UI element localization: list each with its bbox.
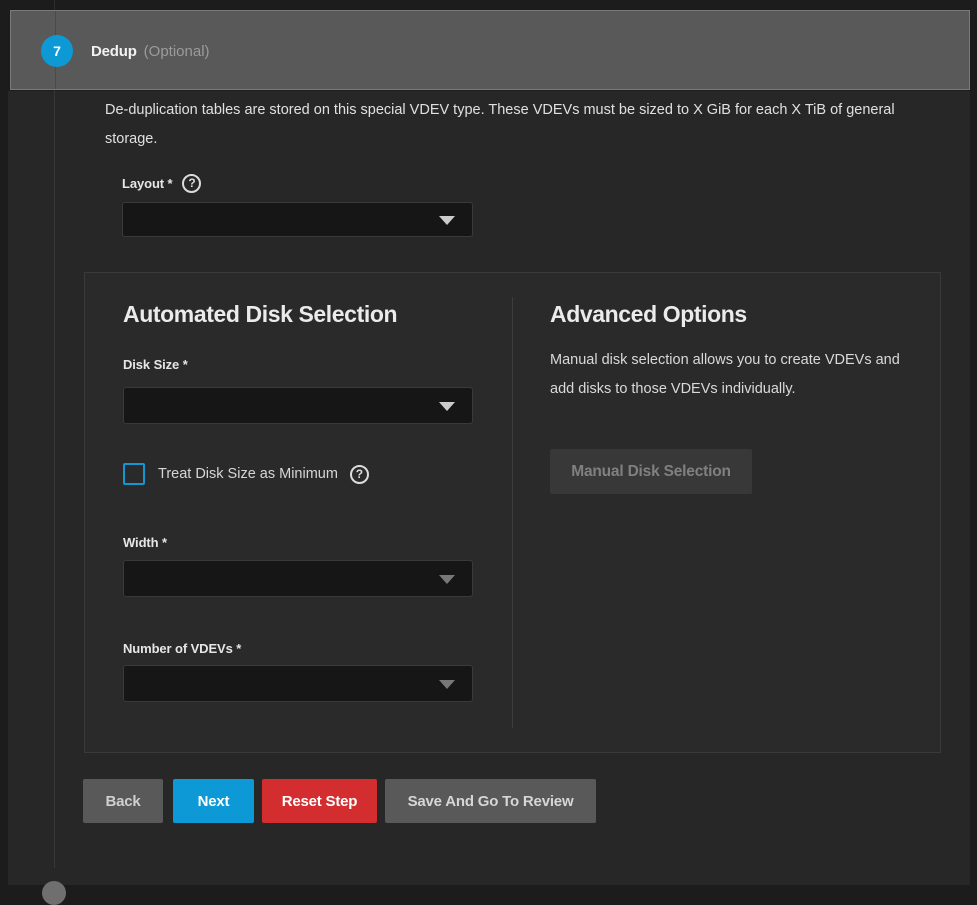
step-description: De-duplication tables are stored on this… — [105, 96, 905, 154]
step-number-badge: 7 — [41, 35, 73, 67]
width-label-text: Width * — [123, 535, 167, 550]
treat-disk-size-minimum-help-icon[interactable]: ? — [350, 465, 369, 484]
advanced-options-description: Manual disk selection allows you to crea… — [550, 346, 908, 404]
dropdown-caret-icon — [439, 575, 455, 584]
number-of-vdevs-select[interactable] — [123, 665, 473, 702]
disk-size-label-text: Disk Size * — [123, 357, 188, 372]
dropdown-caret-icon — [439, 680, 455, 689]
dropdown-caret-icon — [439, 216, 455, 225]
dropdown-caret-icon — [439, 402, 455, 411]
treat-disk-size-minimum-checkbox[interactable] — [123, 463, 145, 485]
treat-disk-size-minimum-row: Treat Disk Size as Minimum ? — [123, 463, 369, 485]
step-title-row: Dedup (Optional) — [91, 11, 210, 91]
next-button[interactable]: Next — [173, 779, 254, 823]
dedup-wizard-step-page: De-duplication tables are stored on this… — [0, 0, 977, 885]
stepper-connector-line — [54, 0, 55, 868]
step-content-card: De-duplication tables are stored on this… — [8, 91, 970, 885]
step-header[interactable]: 7 Dedup (Optional) — [10, 10, 970, 90]
disk-selection-panel: Automated Disk Selection Disk Size * Tre… — [84, 272, 941, 753]
layout-help-icon[interactable]: ? — [182, 174, 201, 193]
width-field-label: Width * — [123, 535, 167, 550]
step-optional-label: (Optional) — [144, 43, 210, 60]
column-divider — [512, 297, 513, 728]
manual-disk-selection-button[interactable]: Manual Disk Selection — [550, 449, 752, 494]
layout-select[interactable] — [122, 202, 473, 237]
step-title: Dedup — [91, 43, 137, 60]
disk-size-select[interactable] — [123, 387, 473, 424]
width-select[interactable] — [123, 560, 473, 597]
advanced-options-title: Advanced Options — [550, 301, 747, 328]
treat-disk-size-minimum-label: Treat Disk Size as Minimum — [158, 466, 338, 482]
layout-label-text: Layout * — [122, 176, 172, 191]
number-of-vdevs-label-text: Number of VDEVs * — [123, 641, 241, 656]
number-of-vdevs-field-label: Number of VDEVs * — [123, 641, 241, 656]
automated-disk-selection-title: Automated Disk Selection — [123, 301, 397, 328]
layout-field-label: Layout * ? — [122, 174, 201, 193]
reset-step-button[interactable]: Reset Step — [262, 779, 377, 823]
disk-size-field-label: Disk Size * — [123, 357, 188, 372]
back-button[interactable]: Back — [83, 779, 163, 823]
save-and-go-to-review-button[interactable]: Save And Go To Review — [385, 779, 596, 823]
